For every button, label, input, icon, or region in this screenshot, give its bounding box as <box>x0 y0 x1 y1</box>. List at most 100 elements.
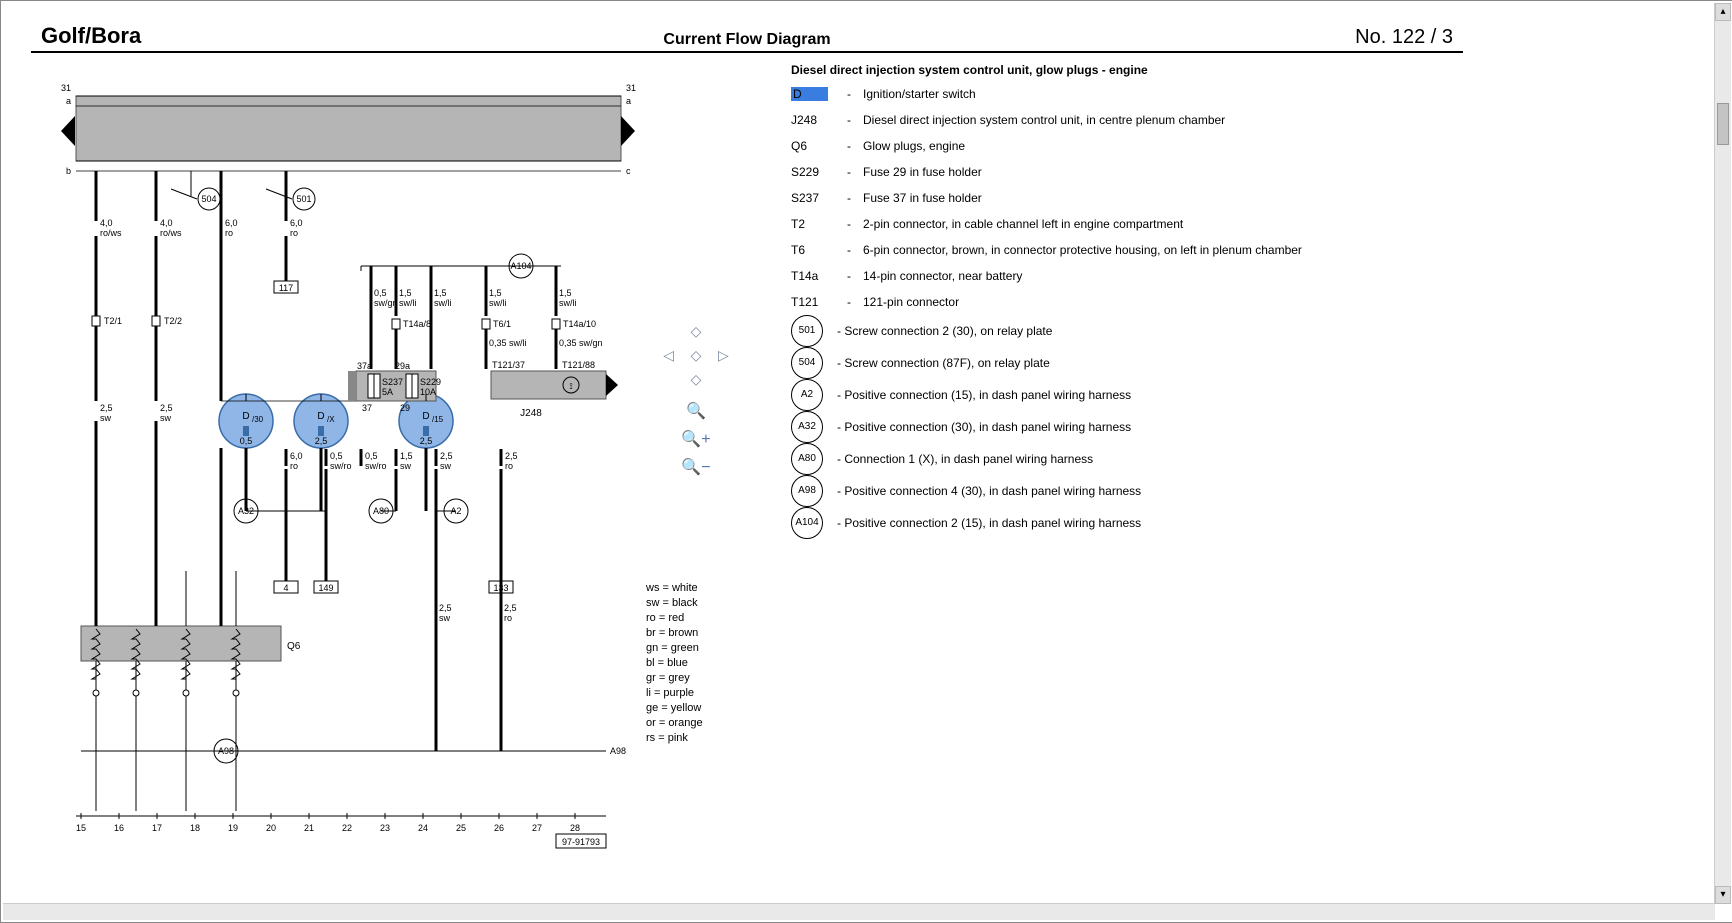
svg-text:/15: /15 <box>432 415 444 424</box>
legend-key: J248 <box>791 111 841 129</box>
legend-key: T121 <box>791 293 841 311</box>
svg-text:31: 31 <box>61 83 71 93</box>
nav-center-icon[interactable]: ◇ <box>686 347 706 367</box>
legend-row: S229-Fuse 29 in fuse holder <box>791 159 1451 185</box>
svg-text:24: 24 <box>418 823 428 833</box>
svg-text:b: b <box>66 166 71 176</box>
svg-text:1,5: 1,5 <box>400 451 413 461</box>
legend-row: 504 - Screw connection (87F), on relay pl… <box>791 347 1451 379</box>
page-header: Golf/Bora Current Flow Diagram No. 122 /… <box>31 19 1463 53</box>
legend-key: Q6 <box>791 137 841 155</box>
color-key-row: ws = white <box>646 581 703 596</box>
svg-text:37: 37 <box>362 403 372 413</box>
svg-text:D: D <box>422 411 429 422</box>
svg-text:D: D <box>317 411 324 422</box>
svg-text:sw: sw <box>400 461 412 471</box>
legend-text: - Positive connection (15), in dash pane… <box>837 386 1131 404</box>
svg-text:501: 501 <box>296 194 311 204</box>
svg-text:21: 21 <box>304 823 314 833</box>
svg-text:ro/ws: ro/ws <box>100 228 122 238</box>
svg-text:22: 22 <box>342 823 352 833</box>
svg-text:6,0: 6,0 <box>290 218 303 228</box>
svg-text:/X: /X <box>327 415 335 424</box>
svg-text:sw/li: sw/li <box>399 298 417 308</box>
color-key-row: rs = pink <box>646 731 703 746</box>
page-number: No. 122 / 3 <box>1355 26 1453 49</box>
svg-text:27: 27 <box>532 823 542 833</box>
legend-row: J248-Diesel direct injection system cont… <box>791 107 1451 133</box>
scrollbar-horizontal[interactable] <box>3 903 1715 920</box>
scroll-up-icon[interactable]: ▴ <box>1715 3 1731 21</box>
svg-text:sw/ro: sw/ro <box>365 461 387 471</box>
svg-text:149: 149 <box>318 583 333 593</box>
svg-text:ro: ro <box>504 613 512 623</box>
legend-symbol-circle: A104 <box>791 507 823 539</box>
svg-text:23: 23 <box>380 823 390 833</box>
svg-text:4,0: 4,0 <box>100 218 113 228</box>
legend-text: Fuse 29 in fuse holder <box>863 163 982 181</box>
svg-text:18: 18 <box>190 823 200 833</box>
svg-text:sw: sw <box>160 413 172 423</box>
svg-text:sw/li: sw/li <box>489 298 507 308</box>
legend-row: A98- Positive connection 4 (30), in dash… <box>791 475 1451 507</box>
scroll-thumb[interactable] <box>1717 103 1729 145</box>
svg-text:sw: sw <box>100 413 112 423</box>
zoom-out-icon[interactable]: 🔍− <box>651 457 741 477</box>
svg-text:T121/88: T121/88 <box>562 360 595 370</box>
vehicle-title: Golf/Bora <box>41 23 141 49</box>
component-legend: Diesel direct injection system control u… <box>791 61 1451 539</box>
legend-text: 6-pin connector, brown, in connector pro… <box>863 241 1302 259</box>
color-key-row: ge = yellow <box>646 701 703 716</box>
scroll-down-icon[interactable]: ▾ <box>1715 886 1731 904</box>
svg-text:15: 15 <box>76 823 86 833</box>
legend-row: A104 - Positive connection 2 (15), in das… <box>791 507 1451 539</box>
svg-text:T6/1: T6/1 <box>493 319 511 329</box>
nav-down-icon[interactable]: ◇ <box>686 371 706 391</box>
svg-text:sw: sw <box>440 461 452 471</box>
svg-text:17: 17 <box>152 823 162 833</box>
color-key-row: or = orange <box>646 716 703 731</box>
svg-text:T14a/8: T14a/8 <box>403 319 431 329</box>
legend-row: A2- Positive connection (15), in dash pa… <box>791 379 1451 411</box>
color-key-row: gn = green <box>646 641 703 656</box>
svg-text:97-91793: 97-91793 <box>562 837 600 847</box>
svg-text:2,5: 2,5 <box>420 436 433 446</box>
svg-text:2,5: 2,5 <box>315 436 328 446</box>
color-key-row: ro = red <box>646 611 703 626</box>
legend-text: 121-pin connector <box>863 293 959 311</box>
svg-text:10A: 10A <box>420 387 436 397</box>
nav-left-icon[interactable]: ◁ <box>659 347 679 367</box>
svg-text:/30: /30 <box>252 415 264 424</box>
legend-text: Ignition/starter switch <box>863 85 976 103</box>
legend-text: - Screw connection (87F), on relay plate <box>837 354 1050 372</box>
legend-text: - Positive connection (30), in dash pane… <box>837 418 1131 436</box>
legend-text: Diesel direct injection system control u… <box>863 111 1225 129</box>
zoom-reset-icon[interactable]: 🔍 <box>651 401 741 421</box>
svg-text:19: 19 <box>228 823 238 833</box>
legend-row: A32 - Positive connection (30), in dash p… <box>791 411 1451 443</box>
legend-text: Glow plugs, engine <box>863 137 965 155</box>
legend-row: T2-2-pin connector, in cable channel lef… <box>791 211 1451 237</box>
scrollbar-vertical[interactable]: ▴ ▾ <box>1714 3 1731 904</box>
legend-key: T14a <box>791 267 841 285</box>
legend-row: Q6-Glow plugs, engine <box>791 133 1451 159</box>
legend-symbol-circle: A32 <box>791 411 823 443</box>
legend-row: 501- Screw connection 2 (30), on relay p… <box>791 315 1451 347</box>
legend-key: S229 <box>791 163 841 181</box>
color-key-row: li = purple <box>646 686 703 701</box>
svg-text:5A: 5A <box>382 387 393 397</box>
svg-text:0,5: 0,5 <box>374 288 387 298</box>
svg-text:2,5: 2,5 <box>439 603 452 613</box>
svg-text:6,0: 6,0 <box>225 218 238 228</box>
nav-right-icon[interactable]: ▷ <box>713 347 733 367</box>
legend-symbol-circle: 504 <box>791 347 823 379</box>
svg-text:2,5: 2,5 <box>505 451 518 461</box>
svg-text:ro: ro <box>225 228 233 238</box>
legend-key: T2 <box>791 215 841 233</box>
zoom-in-icon[interactable]: 🔍+ <box>651 429 741 449</box>
legend-row: T121-121-pin connector <box>791 289 1451 315</box>
legend-row: T6-6-pin connector, brown, in connector … <box>791 237 1451 263</box>
nav-up-icon[interactable]: ◇ <box>686 323 706 343</box>
color-key-row: sw = black <box>646 596 703 611</box>
legend-text: - Positive connection 2 (15), in dash pa… <box>837 514 1141 532</box>
